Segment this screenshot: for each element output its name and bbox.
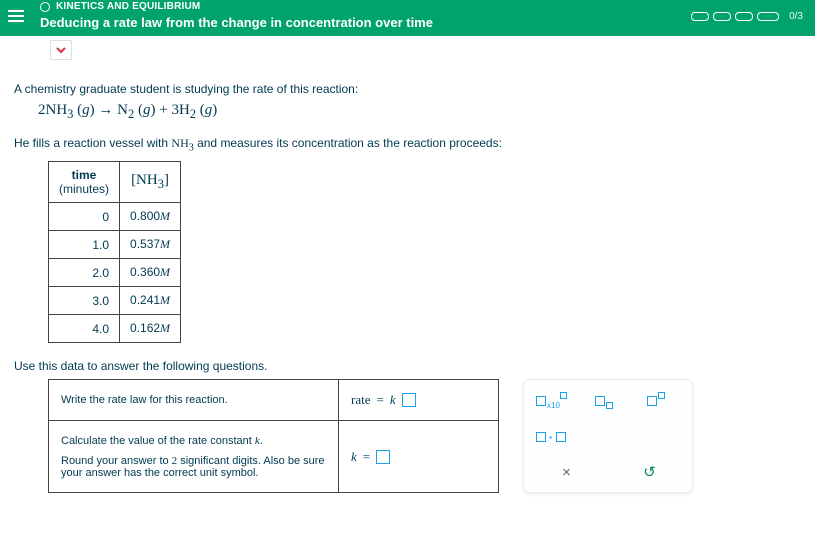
palette-redo-button[interactable]: ↺ bbox=[640, 462, 660, 482]
progress-counter: 0/3 bbox=[789, 11, 803, 22]
reaction-equation: 2NH3 (g) → N2 (g) + 3H2 (g) bbox=[38, 102, 801, 122]
rate-law-input[interactable] bbox=[402, 393, 416, 407]
app-header: KINETICS AND EQUILIBRIUM Deducing a rate… bbox=[0, 0, 815, 36]
title-block: KINETICS AND EQUILIBRIUM Deducing a rate… bbox=[40, 1, 433, 31]
palette-subscript-button[interactable] bbox=[588, 390, 618, 412]
palette-clear-button[interactable]: × bbox=[557, 462, 577, 482]
rate-label: rate bbox=[351, 392, 370, 408]
col-conc-header: [NH3] bbox=[120, 162, 181, 203]
input-palette: x10 · × ↺ bbox=[523, 379, 693, 493]
palette-superscript-button[interactable] bbox=[640, 390, 670, 412]
q1-prompt: Write the rate law for this reaction. bbox=[49, 380, 339, 421]
question-content: A chemistry graduate student is studying… bbox=[0, 60, 815, 513]
palette-multiply-button[interactable]: · bbox=[536, 426, 566, 448]
col-time-header: time (minutes) bbox=[49, 162, 120, 203]
progress-seg bbox=[735, 12, 753, 21]
progress-seg bbox=[757, 12, 779, 21]
table-row: 3.00.241M bbox=[49, 287, 181, 315]
module-category: KINETICS AND EQUILIBRIUM bbox=[56, 1, 200, 13]
progress-seg bbox=[713, 12, 731, 21]
progress-indicator: 0/3 bbox=[691, 11, 803, 22]
followup-text: Use this data to answer the following qu… bbox=[14, 359, 801, 373]
table-row: 00.800M bbox=[49, 203, 181, 231]
concentration-table: time (minutes) [NH3] 00.800M 1.00.537M 2… bbox=[48, 161, 181, 343]
lesson-title: Deducing a rate law from the change in c… bbox=[40, 15, 433, 31]
table-row: 4.00.162M bbox=[49, 315, 181, 343]
chevron-down-icon bbox=[55, 44, 67, 56]
q1-answer-cell: rate = k bbox=[339, 380, 499, 421]
section-collapse-button[interactable] bbox=[50, 40, 72, 60]
q2-answer-cell: k = bbox=[339, 421, 499, 493]
q2-prompt: Calculate the value of the rate constant… bbox=[49, 421, 339, 493]
intro-text-1: A chemistry graduate student is studying… bbox=[14, 82, 801, 96]
k-value-input[interactable] bbox=[376, 450, 390, 464]
table-row: 2.00.360M bbox=[49, 259, 181, 287]
k-label: k bbox=[351, 449, 357, 465]
rate-k: k bbox=[390, 392, 396, 408]
table-row: 1.00.537M bbox=[49, 231, 181, 259]
module-circle-icon bbox=[40, 2, 50, 12]
palette-sci-notation-button[interactable]: x10 bbox=[536, 390, 566, 412]
progress-seg bbox=[691, 12, 709, 21]
answer-table: Write the rate law for this reaction. ra… bbox=[48, 379, 499, 493]
intro-text-2: He fills a reaction vessel with NH3 and … bbox=[14, 136, 801, 153]
menu-icon[interactable] bbox=[8, 5, 30, 27]
